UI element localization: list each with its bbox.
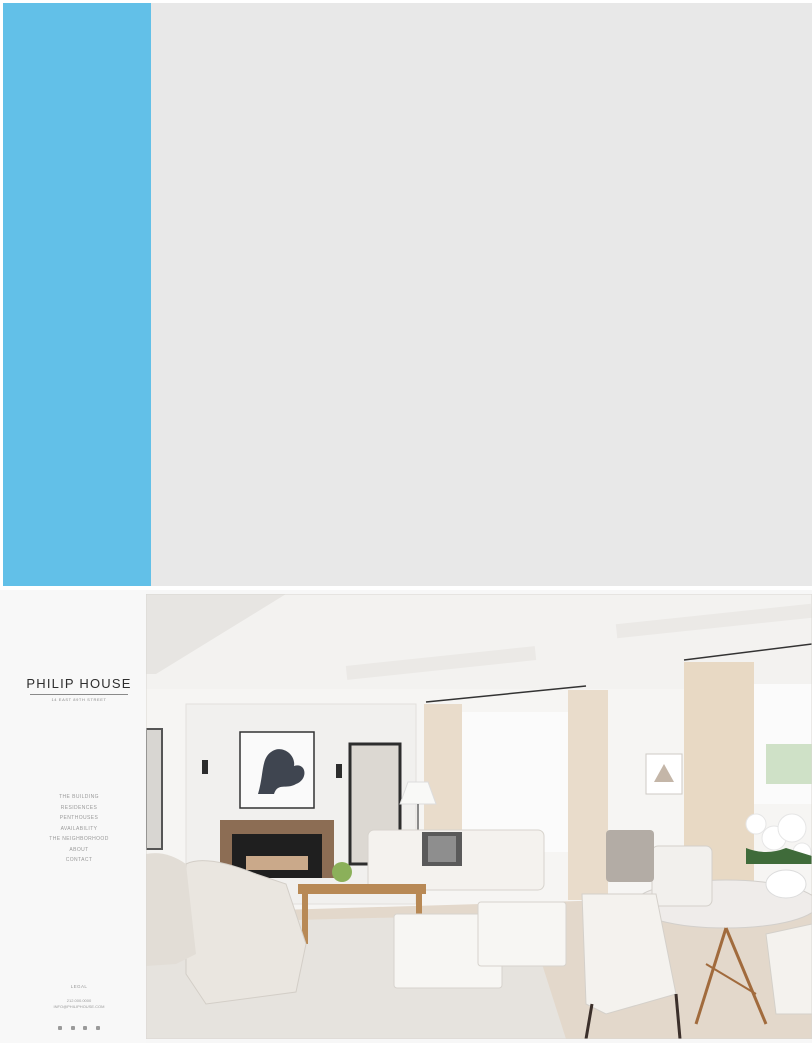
- pinterest-icon[interactable]: [83, 1026, 88, 1030]
- email-address[interactable]: INFO@PHILIPHOUSE.COM: [0, 1004, 158, 1010]
- nav-item-contact[interactable]: CONTACT: [0, 855, 158, 866]
- nav-item-availability[interactable]: AVAILABILITY: [0, 824, 158, 835]
- living-room-photo: [146, 594, 812, 1039]
- nav-item-the-neighborhood[interactable]: THE NEIGHBORHOOD: [0, 834, 158, 845]
- nav-item-penthouses[interactable]: PENTHOUSES: [0, 813, 158, 824]
- logo-divider: [30, 694, 128, 695]
- social-links: [0, 1017, 158, 1035]
- website-screenshot: PHILIP HOUSE 14 EAST 89TH STREET THE BUI…: [0, 590, 812, 1043]
- nav-item-about[interactable]: ABOUT: [0, 845, 158, 856]
- living-room-illustration: [146, 594, 812, 1039]
- grey-content-placeholder: [151, 3, 812, 586]
- site-address: 14 EAST 89TH STREET: [51, 697, 107, 702]
- instagram-icon[interactable]: [95, 1026, 100, 1030]
- facebook-icon[interactable]: [58, 1026, 63, 1030]
- legal-link[interactable]: LEGAL: [0, 984, 158, 989]
- site-logo[interactable]: PHILIP HOUSE: [0, 676, 158, 691]
- nav-item-the-building[interactable]: THE BUILDING: [0, 792, 158, 803]
- contact-info: 212.000.0000 INFO@PHILIPHOUSE.COM: [0, 998, 158, 1010]
- twitter-icon[interactable]: [70, 1026, 75, 1030]
- site-sidebar: PHILIP HOUSE 14 EAST 89TH STREET THE BUI…: [0, 590, 146, 1043]
- top-section: [0, 0, 812, 588]
- nav-item-residences[interactable]: RESIDENCES: [0, 803, 158, 814]
- site-nav: THE BUILDING RESIDENCES PENTHOUSES AVAIL…: [0, 792, 158, 866]
- blue-sidebar-block: [3, 3, 151, 586]
